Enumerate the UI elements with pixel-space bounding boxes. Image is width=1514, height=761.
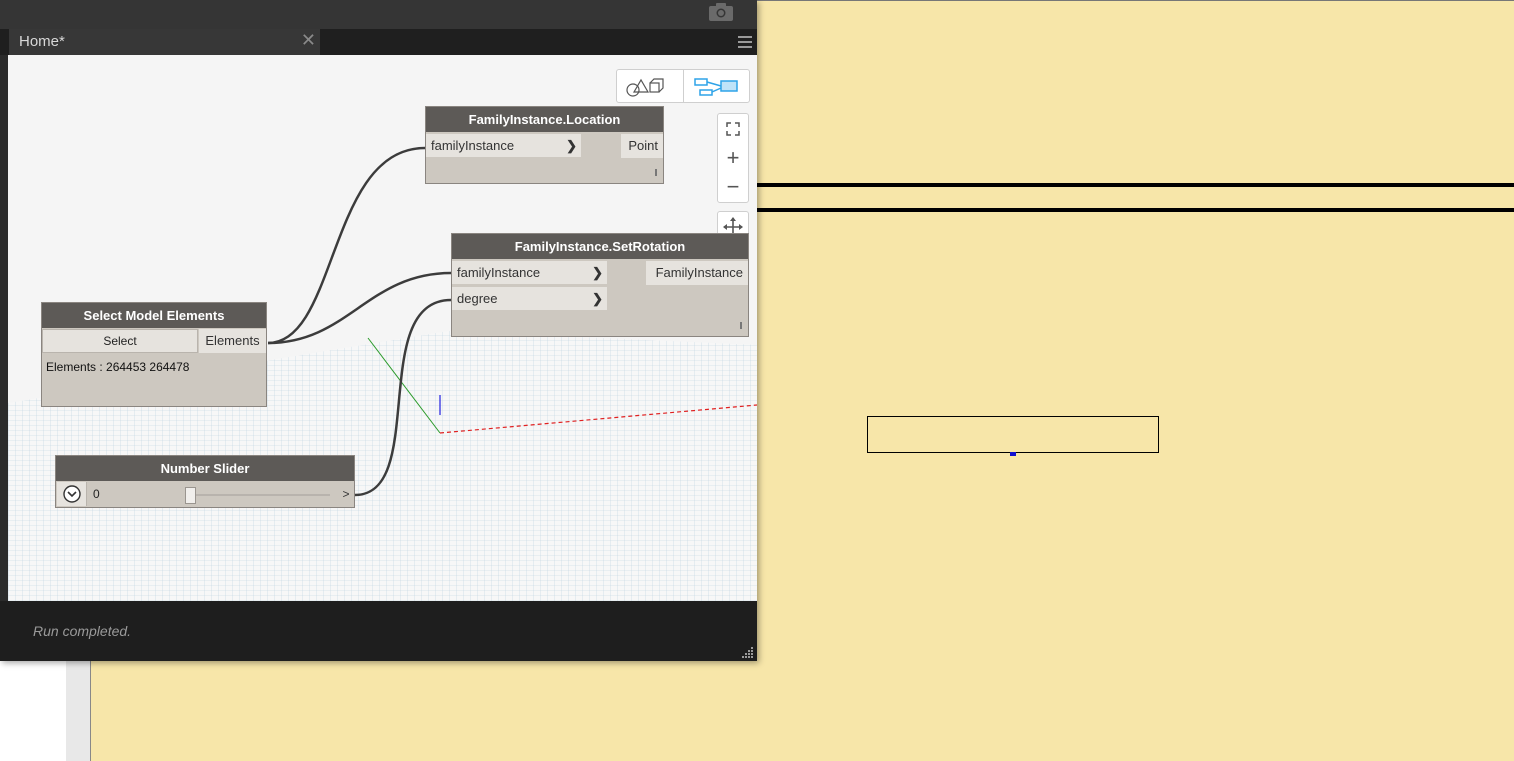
input-port-familyinstance[interactable]: familyInstance ❯	[426, 134, 581, 158]
slider-track[interactable]	[188, 494, 330, 496]
status-bar: Run completed.	[0, 601, 757, 661]
output-port-number[interactable]: >	[338, 482, 354, 506]
port-label: familyInstance	[431, 138, 515, 153]
geometry-view-icon	[626, 78, 664, 97]
output-port-elements[interactable]: Elements	[198, 329, 266, 353]
input-port-degree[interactable]: degree ❯	[452, 287, 607, 311]
output-port-familyinstance[interactable]: FamilyInstance	[646, 261, 748, 285]
input-port-familyinstance[interactable]: familyInstance ❯	[452, 261, 607, 285]
slider-value[interactable]: 0	[89, 482, 183, 506]
node-title: FamilyInstance.SetRotation	[452, 234, 748, 259]
graph-view-icon	[694, 78, 738, 96]
camera-icon[interactable]	[707, 2, 735, 22]
node-number-slider[interactable]: Number Slider 0 >	[55, 455, 355, 508]
chevron-right-icon: ❯	[592, 265, 603, 280]
node-familyinstance-setrotation[interactable]: FamilyInstance.SetRotation familyInstanc…	[451, 233, 749, 337]
dynamo-titlebar	[0, 0, 757, 29]
output-port-point[interactable]: Point	[621, 134, 663, 158]
lacing-indicator	[655, 169, 657, 176]
node-select-model-elements[interactable]: Select Model Elements Select Elements El…	[41, 302, 267, 407]
menu-icon[interactable]	[737, 34, 753, 50]
port-label: degree	[457, 291, 498, 306]
chevron-right-icon: ❯	[566, 138, 577, 153]
selected-elements-text: Elements : 264453 264478	[46, 360, 190, 374]
wire	[267, 271, 452, 345]
expand-button[interactable]	[57, 482, 87, 506]
tab-home[interactable]: Home* ✕	[9, 29, 320, 55]
revit-wall-line	[757, 208, 1514, 212]
node-familyinstance-location[interactable]: FamilyInstance.Location familyInstance ❯…	[425, 106, 664, 184]
node-title: FamilyInstance.Location	[426, 107, 663, 132]
workspace-tab-bar: Home* ✕	[0, 29, 757, 55]
graph-view-button[interactable]	[683, 70, 749, 102]
fit-view-button[interactable]	[718, 114, 748, 143]
wire	[354, 298, 452, 497]
select-button[interactable]: Select	[42, 329, 198, 353]
zoom-controls: + −	[717, 113, 749, 203]
fit-view-icon	[726, 122, 740, 136]
node-title: Select Model Elements	[42, 303, 266, 328]
chevron-right-icon: ❯	[592, 291, 603, 306]
close-icon[interactable]: ✕	[301, 30, 316, 51]
run-status-text: Run completed.	[33, 623, 132, 639]
port-label: familyInstance	[457, 265, 541, 280]
revit-insertion-point	[1010, 452, 1016, 456]
revit-view-border	[757, 0, 1514, 1]
wire	[267, 146, 426, 345]
graph-canvas[interactable]: + − FamilyInstance.Location familyInstan…	[8, 55, 757, 601]
dynamo-window: Home* ✕ + − FamilyInstance.Location fami…	[0, 0, 757, 661]
tab-label: Home*	[19, 33, 65, 50]
lacing-indicator	[740, 322, 742, 329]
revit-family-instance[interactable]	[867, 416, 1159, 453]
zoom-in-button[interactable]: +	[718, 143, 748, 172]
revit-wall-line	[757, 183, 1514, 187]
slider-thumb[interactable]	[185, 487, 196, 504]
library-collapsed-strip	[0, 55, 8, 601]
geometry-view-button[interactable]	[617, 70, 684, 102]
chevron-down-icon	[63, 485, 81, 503]
resize-grip-icon[interactable]	[740, 645, 754, 659]
zoom-out-button[interactable]: −	[718, 172, 748, 201]
view-toggle	[616, 69, 750, 103]
node-title: Number Slider	[56, 456, 354, 481]
